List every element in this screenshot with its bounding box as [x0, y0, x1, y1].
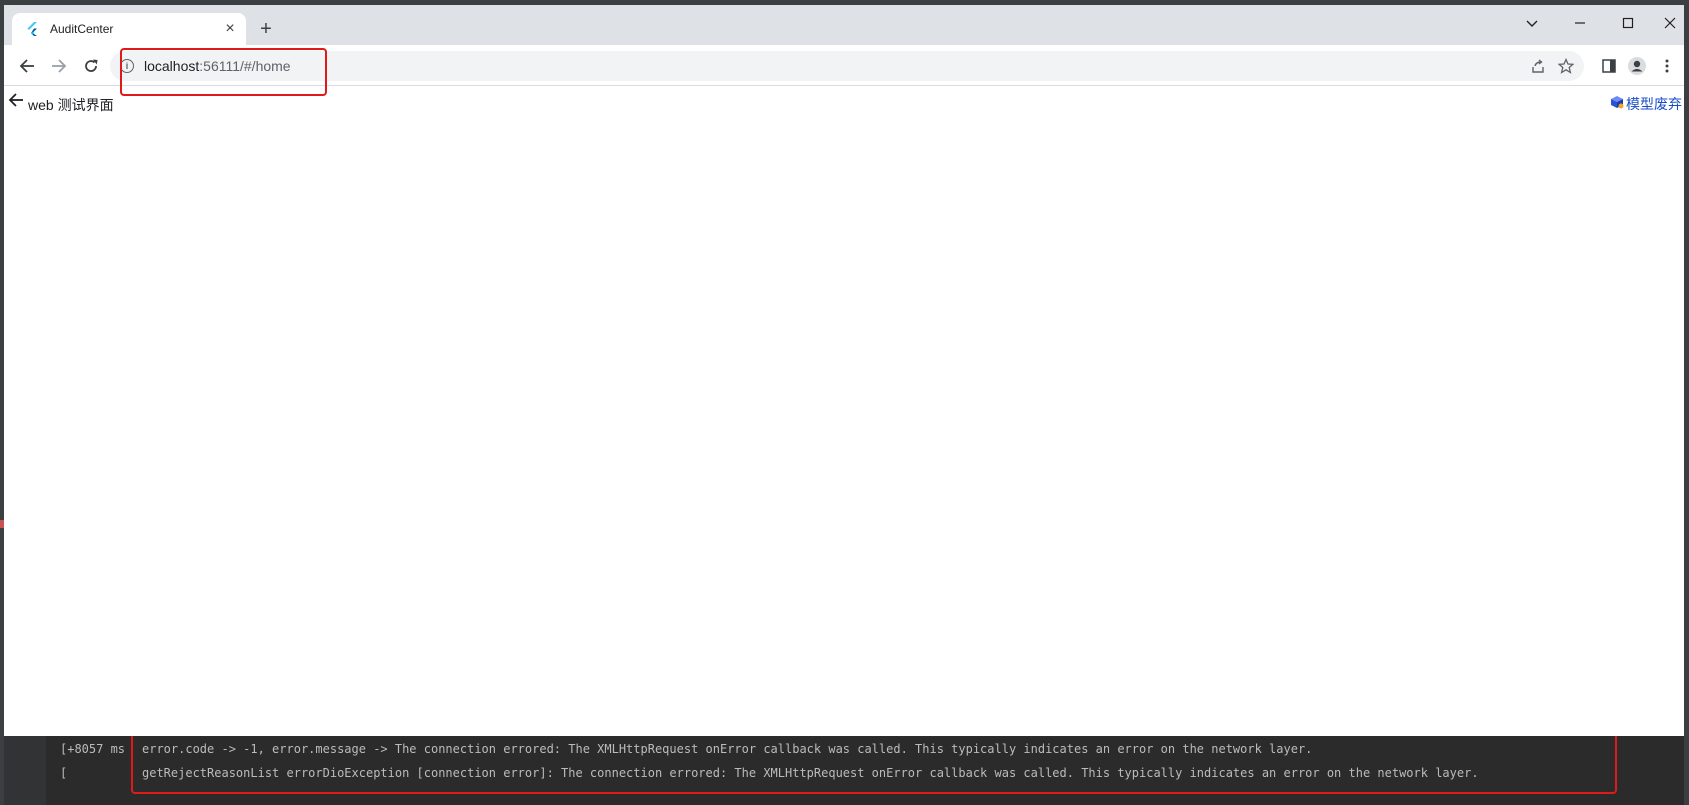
- ide-console-gutter: [4, 736, 46, 805]
- star-icon[interactable]: [1556, 56, 1576, 76]
- forward-button[interactable]: [46, 53, 72, 79]
- tab-search-button[interactable]: [1520, 11, 1544, 35]
- side-panel-icon[interactable]: [1598, 55, 1620, 77]
- page-title: web 测试界面: [28, 97, 114, 113]
- chevron-down-icon: [1526, 20, 1538, 27]
- web-page-content: web 测试界面 模型废弃: [4, 87, 1684, 736]
- page-back-button[interactable]: [8, 92, 24, 112]
- arrow-left-icon: [19, 59, 34, 73]
- console-line-prefix-2: [: [60, 766, 68, 780]
- close-icon[interactable]: ×: [220, 19, 240, 39]
- model-deprecated-link[interactable]: 模型废弃: [1626, 94, 1682, 114]
- maximize-icon: [1622, 17, 1634, 29]
- close-icon: [1664, 17, 1676, 29]
- maximize-button[interactable]: [1616, 11, 1640, 35]
- console-line-prefix-1: [+8057 ms: [60, 742, 126, 756]
- tab-strip: AuditCenter × +: [4, 5, 1684, 45]
- cube-icon: [1611, 96, 1624, 109]
- address-bar[interactable]: i localhost:56111/#/home: [110, 51, 1584, 81]
- tab-auditcenter[interactable]: AuditCenter ×: [12, 13, 246, 45]
- browser-window: AuditCenter × + i localhost:56111/#/home: [4, 5, 1684, 736]
- ide-right-toolbar: [1684, 0, 1689, 805]
- arrow-left-icon: [8, 93, 23, 107]
- share-icon[interactable]: [1528, 56, 1548, 76]
- kebab-menu-icon[interactable]: [1656, 55, 1678, 77]
- profile-icon[interactable]: [1626, 55, 1648, 77]
- close-window-button[interactable]: [1658, 11, 1682, 35]
- arrow-right-icon: [52, 59, 67, 73]
- flutter-icon: [27, 22, 37, 36]
- back-button[interactable]: [14, 53, 40, 79]
- minimize-icon: [1575, 22, 1585, 24]
- reload-icon: [85, 59, 98, 72]
- new-tab-button[interactable]: +: [254, 17, 278, 41]
- reload-button[interactable]: [78, 53, 104, 79]
- tab-title: AuditCenter: [50, 22, 114, 36]
- url-highlight-box: [120, 48, 327, 96]
- minimize-button[interactable]: [1568, 11, 1592, 35]
